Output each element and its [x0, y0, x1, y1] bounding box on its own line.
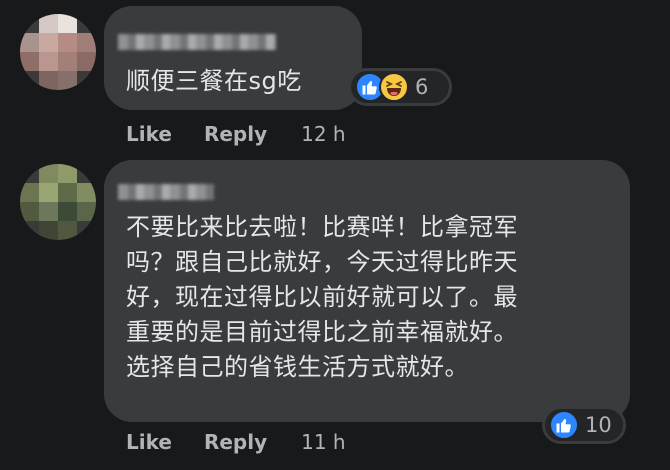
comment-bubble: 顺便三餐在sg吃 — [104, 6, 362, 110]
commenter-name[interactable] — [118, 34, 276, 50]
comment-text: 顺便三餐在sg吃 — [126, 67, 302, 95]
avatar[interactable] — [20, 14, 96, 90]
reaction-summary[interactable]: 10 — [542, 406, 626, 444]
comment-thread: 顺便三餐在sg吃 6 Like Reply 12 h 不要比来比去啦！比赛咩！比… — [0, 0, 670, 470]
reply-button[interactable]: Reply — [204, 122, 267, 146]
reaction-summary[interactable]: 6 — [348, 68, 452, 106]
commenter-name[interactable] — [118, 184, 214, 200]
comment-timestamp[interactable]: 11 h — [301, 430, 345, 454]
like-button[interactable]: Like — [126, 122, 172, 146]
like-icon — [549, 410, 579, 440]
haha-icon — [379, 72, 409, 102]
comment-actions: Like Reply 12 h — [126, 122, 346, 146]
reaction-count: 10 — [585, 413, 612, 437]
reaction-count: 6 — [415, 75, 429, 99]
comment-bubble: 不要比来比去啦！比赛咩！比拿冠军 吗？跟自己比就好，今天过得比昨天 好，现在过得… — [104, 160, 630, 422]
like-button[interactable]: Like — [126, 430, 172, 454]
avatar[interactable] — [20, 164, 96, 240]
comment-text: 不要比来比去啦！比赛咩！比拿冠军 吗？跟自己比就好，今天过得比昨天 好，现在过得… — [126, 213, 518, 381]
reply-button[interactable]: Reply — [204, 430, 267, 454]
comment-actions: Like Reply 11 h — [126, 430, 346, 454]
comment-timestamp[interactable]: 12 h — [301, 122, 345, 146]
